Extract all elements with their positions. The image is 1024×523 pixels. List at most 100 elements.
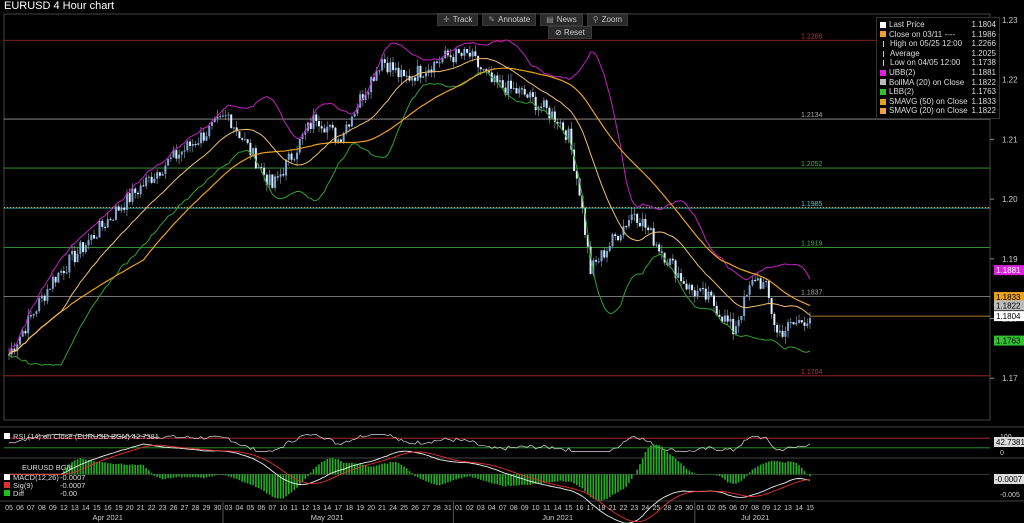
macd-diff-bar: [707, 473, 710, 475]
candle-body: [529, 92, 532, 98]
rsi-tick-label: 0: [1000, 450, 1004, 457]
candle-body: [762, 282, 765, 289]
macd-diff-bar: [482, 474, 485, 481]
candle-body: [323, 128, 326, 133]
macd-diff-bar: [501, 474, 504, 486]
macd-diff-bar: [803, 471, 806, 475]
macd-diff-bar: [216, 474, 219, 475]
macd-diff-bar: [337, 459, 339, 475]
candle-body: [787, 322, 790, 331]
macd-diff-bar: [748, 472, 751, 475]
candle-body: [540, 106, 543, 108]
legend-entry: LBB(2) 1.1763: [880, 87, 996, 97]
macd-diff-bar: [661, 446, 663, 475]
candle-body: [167, 158, 170, 166]
price-tag-label: 1.1881: [996, 266, 1021, 275]
candle-body: [114, 206, 117, 220]
macd-diff-bar: [724, 474, 726, 480]
candle-body: [625, 226, 628, 228]
candle-body: [515, 88, 518, 94]
macd-diff-bar: [414, 474, 416, 477]
x-day-label: 07: [740, 505, 748, 512]
macd-diff-bar: [128, 464, 131, 475]
legend-entry: High on 05/25 12:00 1.2266: [880, 39, 996, 49]
candle-body: [378, 70, 381, 72]
x-day-label: 01: [455, 505, 463, 512]
macd-diff-bar: [562, 474, 564, 482]
candle-body: [136, 192, 139, 195]
candle-body: [507, 80, 510, 95]
candle-body: [707, 291, 710, 300]
candle-body: [531, 92, 534, 97]
candle-body: [150, 176, 153, 183]
candle-body: [419, 65, 422, 78]
candle-body: [460, 53, 463, 56]
macd-diff-bar: [298, 474, 301, 486]
macd-diff-bar: [617, 474, 619, 493]
macd-diff-bar: [191, 474, 194, 478]
candle-body: [413, 77, 416, 81]
high-icon: [883, 40, 887, 47]
x-day-label: 21: [609, 505, 617, 512]
candle-body: [466, 48, 469, 53]
macd-diff-bar: [551, 474, 553, 482]
x-day-label: 26: [170, 505, 178, 512]
macd-diff-bar: [112, 463, 115, 475]
x-day-label: 07: [268, 505, 276, 512]
macd-diff-bar: [789, 461, 792, 475]
macd-diff-bar: [584, 474, 586, 492]
candle-body: [718, 314, 721, 317]
macd-diff-bar: [386, 463, 389, 475]
legend-swatch: [880, 79, 886, 86]
low-icon: [883, 60, 887, 67]
macd-diff-bar: [521, 474, 523, 485]
x-day-label: 15: [93, 505, 101, 512]
candle-body: [449, 55, 452, 58]
candle-body: [792, 322, 795, 325]
macd-diff-bar: [301, 474, 304, 483]
macd-diff-bar: [246, 474, 249, 484]
candle-body: [183, 150, 186, 152]
macd-diff-bar: [485, 474, 488, 482]
macd-diff-bar: [427, 474, 430, 483]
candle-body: [548, 107, 551, 119]
candle-body: [40, 295, 43, 299]
legend-swatch: [880, 31, 886, 38]
macd-diff-bar: [441, 474, 444, 485]
macd-diff-bar: [126, 464, 128, 475]
legend-value: 1.1822: [971, 106, 996, 116]
macd-diff-bar: [98, 461, 101, 475]
macd-diff-bar: [183, 474, 186, 478]
macd-legend-value: -0.00: [60, 489, 77, 498]
macd-diff-bar: [153, 474, 156, 476]
candle-body: [76, 253, 79, 263]
candle-body: [73, 250, 76, 263]
candle-body: [710, 291, 713, 296]
macd-legend-swatch: [4, 490, 10, 496]
x-day-label: 29: [203, 505, 211, 512]
macd-diff-bar: [433, 474, 435, 485]
macd-diff-bar: [381, 463, 383, 475]
macd-diff-bar: [458, 474, 460, 479]
candle-body: [106, 219, 109, 228]
x-day-label: 04: [488, 505, 496, 512]
macd-diff-bar: [95, 461, 98, 475]
x-day-label: 08: [510, 505, 518, 512]
x-day-label: 27: [422, 505, 430, 512]
candle-body: [422, 76, 425, 78]
macd-diff-bar: [142, 464, 145, 475]
chart-canvas[interactable]: 1.231.221.211.201.191.181.171.22661.2134…: [0, 0, 1024, 523]
candle-body: [726, 315, 729, 322]
x-day-label: 01: [696, 505, 704, 512]
candle-body: [221, 115, 224, 117]
macd-diff-bar: [326, 458, 329, 475]
candle-body: [331, 124, 334, 128]
candle-body: [180, 151, 183, 155]
candle-body: [397, 67, 400, 78]
candle-body: [712, 295, 715, 306]
candle-body: [60, 270, 63, 273]
level-label: 1.1919: [801, 240, 823, 247]
candle-body: [655, 244, 658, 246]
candle-body: [194, 144, 197, 146]
candle-body: [287, 153, 290, 160]
